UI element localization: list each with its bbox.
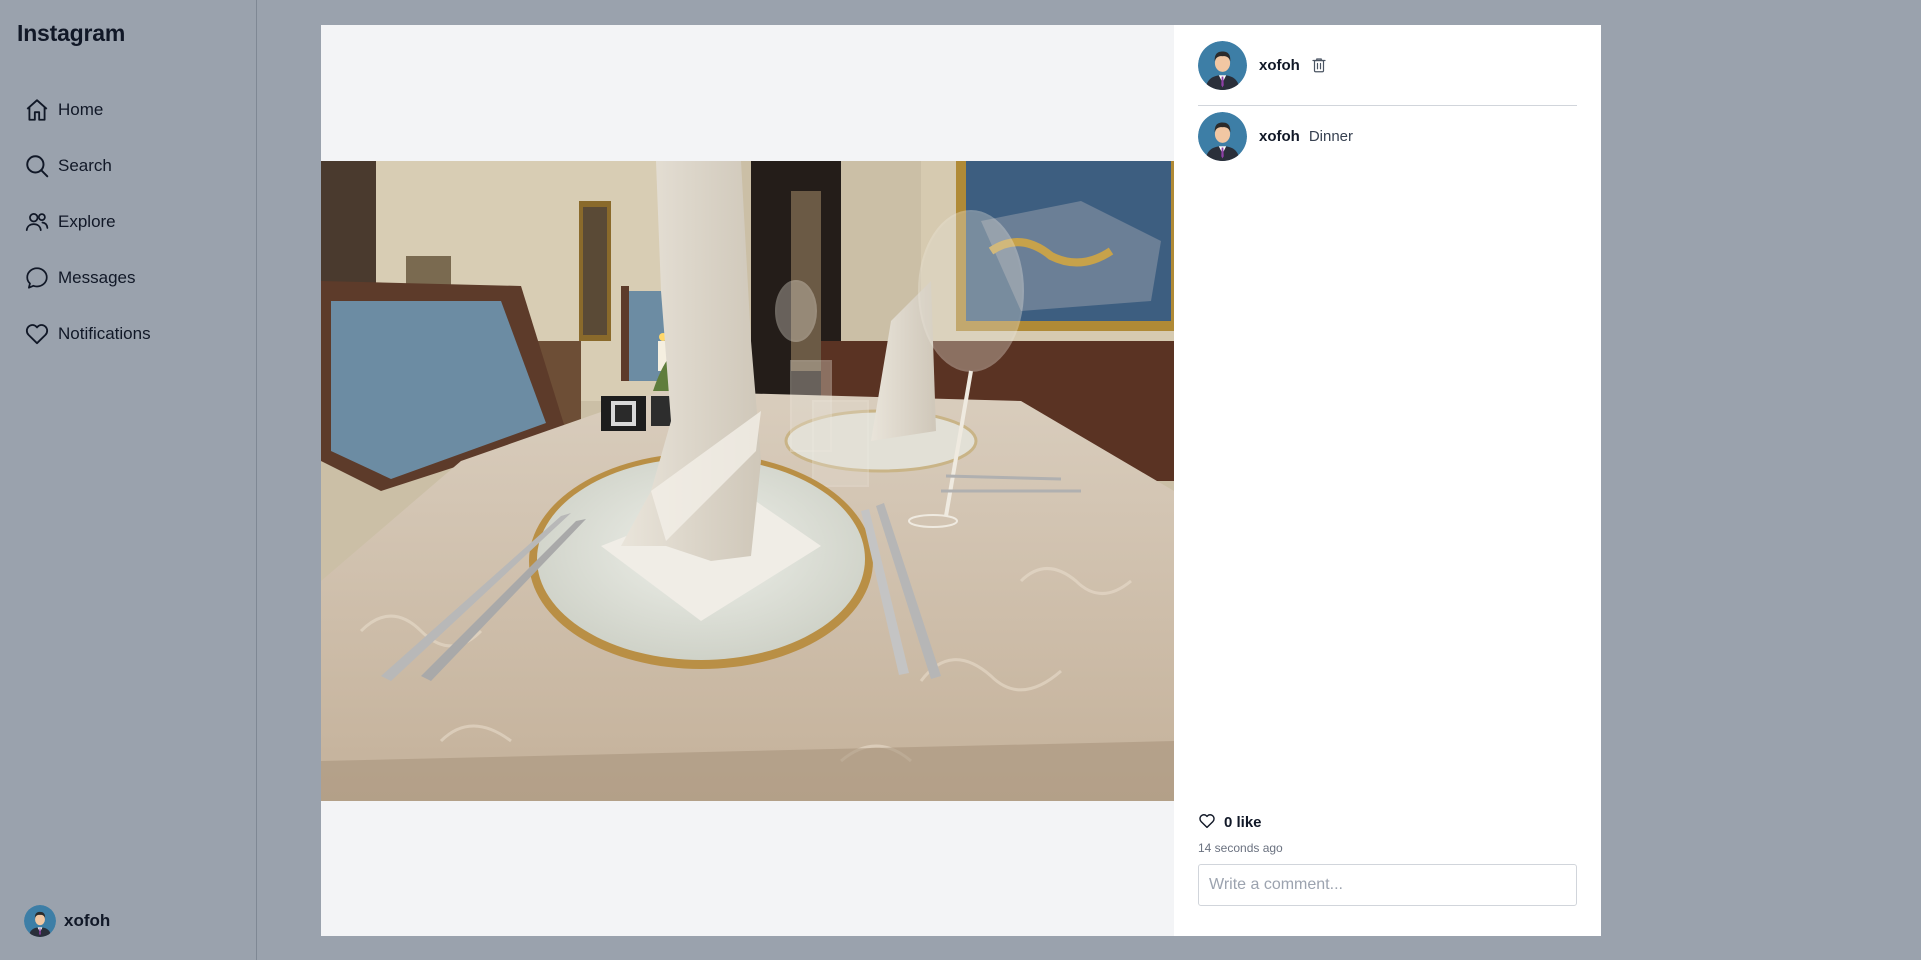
- home-icon: [24, 97, 50, 123]
- nav-item-label: Search: [58, 156, 112, 175]
- post-details-panel: xofoh xofoh Dinner 0 like 14 seconds ago: [1174, 25, 1601, 936]
- avatar[interactable]: [1198, 112, 1247, 161]
- heart-icon: [24, 321, 50, 347]
- caption-text: Dinner: [1308, 128, 1354, 145]
- nav-item-label: Messages: [58, 268, 136, 287]
- avatar: [24, 905, 56, 937]
- post-image: [321, 161, 1174, 801]
- post-author-username[interactable]: xofoh: [1259, 57, 1300, 74]
- comment-input[interactable]: [1198, 864, 1577, 906]
- search-icon: [24, 153, 50, 179]
- chat-icon: [24, 265, 50, 291]
- likes-count: 0 like: [1224, 813, 1262, 831]
- like-heart-icon[interactable]: [1198, 812, 1218, 832]
- post-timestamp: 14 seconds ago: [1198, 841, 1283, 855]
- nav-item-label: Notifications: [58, 324, 151, 343]
- main-nav: Home Search Explore Messages Notificatio…: [24, 82, 151, 362]
- likes-row: 0 like: [1198, 812, 1577, 832]
- app-logo[interactable]: Instagram: [17, 20, 125, 47]
- nav-item-search[interactable]: Search: [24, 138, 151, 194]
- nav-item-explore[interactable]: Explore: [24, 194, 151, 250]
- avatar[interactable]: [1198, 40, 1247, 90]
- caption-author-username[interactable]: xofoh: [1259, 128, 1300, 145]
- post-modal: xofoh xofoh Dinner 0 like 14 seconds ago: [321, 25, 1601, 936]
- sidebar-username: xofoh: [64, 911, 111, 930]
- nav-item-label: Explore: [58, 212, 116, 231]
- post-caption: xofoh Dinner: [1198, 112, 1577, 161]
- post-header: xofoh: [1198, 25, 1577, 106]
- nav-item-notifications[interactable]: Notifications: [24, 306, 151, 362]
- nav-item-label: Home: [58, 100, 104, 119]
- trash-icon[interactable]: [1310, 55, 1330, 75]
- post-media: [321, 25, 1174, 936]
- people-icon: [24, 209, 50, 235]
- post-footer: 0 like 14 seconds ago: [1198, 812, 1577, 906]
- nav-item-home[interactable]: Home: [24, 82, 151, 138]
- sidebar-profile[interactable]: xofoh: [24, 905, 110, 937]
- nav-item-messages[interactable]: Messages: [24, 250, 151, 306]
- sidebar: Instagram Home Search Explore Messages N…: [0, 0, 257, 960]
